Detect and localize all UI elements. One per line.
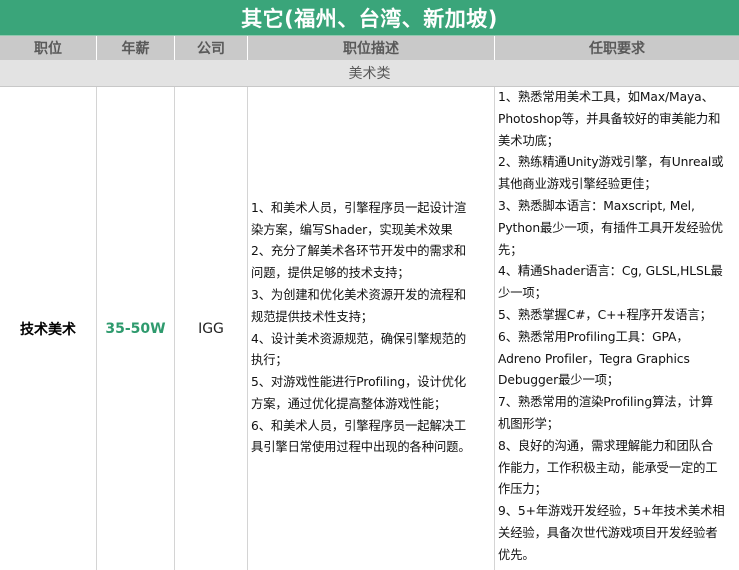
table-header-row: 职位 年薪 公司 职位描述 任职要求 <box>0 36 739 60</box>
header-company: 公司 <box>175 36 248 60</box>
requirement-line: 6、熟悉常用Profiling工具：GPA， <box>498 329 689 344</box>
requirement-line: Python最少一项，有插件工具开发经验优 <box>498 220 723 235</box>
requirement-line: 作压力； <box>498 482 547 497</box>
header-salary: 年薪 <box>97 36 175 60</box>
requirement-line: 少一项； <box>498 286 547 301</box>
requirement-line: 5、熟悉掌握C#，C++程序开发语言； <box>498 307 712 322</box>
requirement-line: Debugger最少一项； <box>498 373 620 388</box>
description-line: 2、充分了解美术各环节开发中的需求和 <box>251 244 467 259</box>
requirement-line: 先； <box>498 242 523 257</box>
description-line: 1、和美术人员，引擎程序员一起设计渲 <box>251 200 467 215</box>
description-line: 5、对游戏性能进行Profiling，设计优化 <box>251 375 467 390</box>
job-requirements-list: 1、熟悉常用美术工具，如Max/Maya、 Photoshop等，并具备较好的审美… <box>498 87 736 567</box>
description-line: 方案，通过优化提高整体游戏性能； <box>251 396 447 411</box>
requirement-line: 9、5+年游戏开发经验，5+年技术美术相 <box>498 504 725 519</box>
requirement-line: 7、熟悉常用的渲染Profiling算法，计算 <box>498 395 714 410</box>
requirement-line: 优先。 <box>498 547 535 562</box>
requirement-line: 3、熟悉脚本语言：Maxscript, Mel, <box>498 198 695 213</box>
requirement-line: 作能力，工作积极主动，能承受一定的工 <box>498 460 718 475</box>
job-description-cell: 1、和美术人员，引擎程序员一起设计渲 染方案，编写Shader，实现美术效果 2、充… <box>248 87 495 570</box>
header-requirements: 任职要求 <box>589 41 645 57</box>
description-line: 规范提供技术性支持； <box>251 309 373 324</box>
job-listing-sheet: 其它(福州、台湾、新加坡) 职位 年薪 公司 职位描述 任职要求 美术类 技术美… <box>0 0 739 570</box>
description-line: 6、和美术人员，引擎程序员一起解决工 <box>251 418 467 433</box>
requirement-line: 机图形学； <box>498 416 559 431</box>
job-requirements-cell: 1、熟悉常用美术工具，如Max/Maya、 Photoshop等，并具备较好的审美… <box>495 87 739 570</box>
requirement-line: 4、精通Shader语言：Cg, GLSL,HLSL最 <box>498 264 723 279</box>
requirement-line: 1、熟悉常用美术工具，如Max/Maya、 <box>498 90 714 104</box>
requirement-line: 美术功底； <box>498 133 559 148</box>
table-row: 技术美术 35-50W IGG 1、和美术人员，引擎程序员一起设计渲 染方案，编写… <box>0 87 739 570</box>
requirement-line: Adreno Profiler，Tegra Graphics <box>498 351 690 366</box>
header-description: 职位描述 <box>248 36 495 60</box>
job-salary: 35-50W <box>97 87 175 570</box>
job-company: IGG <box>175 87 248 570</box>
description-line: 执行； <box>251 353 288 368</box>
description-line: 染方案，编写Shader，实现美术效果 <box>251 222 453 237</box>
job-description-list: 1、和美术人员，引擎程序员一起设计渲 染方案，编写Shader，实现美术效果 2、充… <box>251 198 491 460</box>
header-position: 职位 <box>0 36 97 60</box>
requirement-line: 2、熟练精通Unity游戏引擎，有Unreal或 <box>498 155 724 170</box>
description-line: 4、设计美术资源规范，确保引擎规范的 <box>251 331 467 346</box>
requirement-line: 8、良好的沟通，需求理解能力和团队合 <box>498 438 714 453</box>
category-label: 美术类 <box>0 60 739 87</box>
requirement-line: 其他商业游戏引擎经验更佳； <box>498 177 657 192</box>
description-line: 问题，提供足够的技术支持； <box>251 266 410 281</box>
description-line: 3、为创建和优化美术资源开发的流程和 <box>251 287 467 302</box>
job-position: 技术美术 <box>0 87 97 570</box>
sheet-title: 其它(福州、台湾、新加坡) <box>0 0 739 36</box>
requirement-line: 关经验，具备次世代游戏项目开发经验者 <box>498 525 718 540</box>
description-line: 具引擎日常使用过程中出现的各种问题。 <box>251 440 471 455</box>
requirement-line: Photoshop等，并具备较好的审美能力和 <box>498 111 721 126</box>
